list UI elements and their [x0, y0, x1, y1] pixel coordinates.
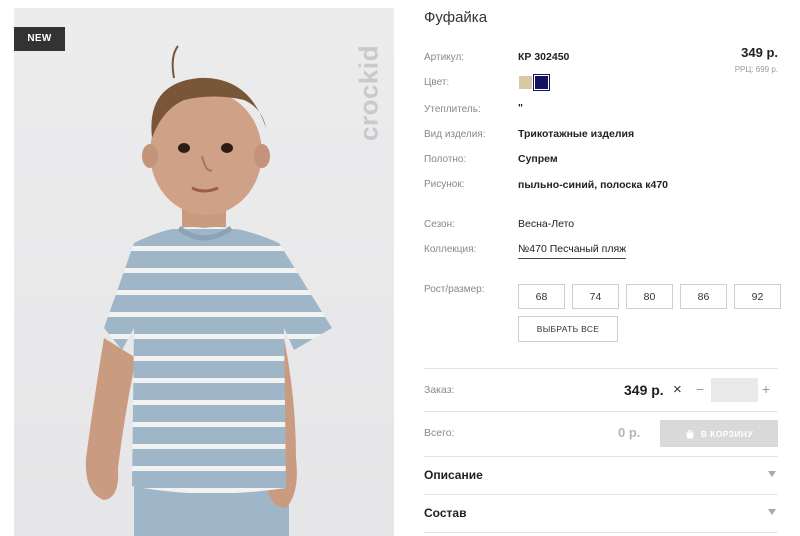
size-option-68[interactable]: 68 — [518, 284, 565, 309]
composition-section-toggle[interactable]: Состав — [424, 506, 466, 520]
description-section-toggle[interactable]: Описание — [424, 468, 483, 482]
quantity-decrease-button[interactable]: − — [696, 381, 704, 397]
pattern-label: Рисунок: — [424, 179, 465, 190]
divider — [424, 368, 778, 369]
color-swatch-beige[interactable] — [519, 76, 532, 89]
product-photo[interactable]: NEW crockid — [14, 8, 394, 536]
chevron-down-icon[interactable] — [768, 509, 776, 515]
collection-link[interactable]: №470 Песчаный пляж — [518, 243, 627, 259]
multiply-sign: × — [673, 381, 682, 398]
fabric-label: Полотно: — [424, 154, 467, 165]
item-type-value: Трикотажные изделия — [518, 128, 635, 140]
size-option-80[interactable]: 80 — [626, 284, 673, 309]
order-unit-price: 349 р. — [624, 382, 664, 398]
size-option-86[interactable]: 86 — [680, 284, 727, 309]
insulation-value: " — [518, 102, 523, 114]
child-in-striped-tshirt-image — [85, 45, 332, 536]
season-label: Сезон: — [424, 219, 455, 230]
quantity-increase-button[interactable]: + — [762, 381, 770, 397]
divider — [424, 532, 778, 533]
color-swatch-navy-selected[interactable] — [533, 74, 550, 91]
select-all-sizes-button[interactable]: ВЫБРАТЬ ВСЕ — [518, 316, 618, 342]
size-label: Рост/размер: — [424, 284, 485, 295]
insulation-label: Утеплитель: — [424, 104, 481, 115]
divider — [424, 411, 778, 412]
color-swatches — [519, 74, 550, 91]
divider — [424, 494, 778, 495]
new-badge: NEW — [14, 27, 65, 51]
brand-watermark-text: crockid — [353, 44, 384, 141]
recommended-retail-price: РРЦ: 699 р. — [734, 65, 778, 74]
size-option-92[interactable]: 92 — [734, 284, 781, 309]
product-title: Фуфайка — [424, 9, 488, 26]
pattern-value: пыльно-синий, полоска к470 — [518, 179, 668, 191]
size-options: 68 74 80 86 92 — [518, 284, 781, 309]
add-to-cart-label: В КОРЗИНУ — [700, 428, 754, 439]
order-label: Заказ: — [424, 384, 455, 396]
total-label: Всего: — [424, 427, 455, 439]
brand-watermark: crockid — [354, 20, 384, 165]
shopping-bag-icon — [686, 429, 694, 438]
fabric-value: Супрем — [518, 153, 558, 165]
chevron-down-icon[interactable] — [768, 471, 776, 477]
article-label: Артикул: — [424, 52, 465, 63]
size-option-74[interactable]: 74 — [572, 284, 619, 309]
add-to-cart-button[interactable]: В КОРЗИНУ — [660, 420, 778, 447]
season-value: Весна-Лето — [518, 218, 575, 230]
divider — [424, 456, 778, 457]
color-label: Цвет: — [424, 77, 450, 88]
total-value: 0 р. — [618, 425, 641, 440]
article-value: КР 302450 — [518, 51, 570, 63]
item-type-label: Вид изделия: — [424, 129, 486, 140]
quantity-input[interactable] — [711, 378, 758, 402]
product-price: 349 р. — [741, 45, 778, 60]
collection-label: Коллекция: — [424, 244, 477, 255]
